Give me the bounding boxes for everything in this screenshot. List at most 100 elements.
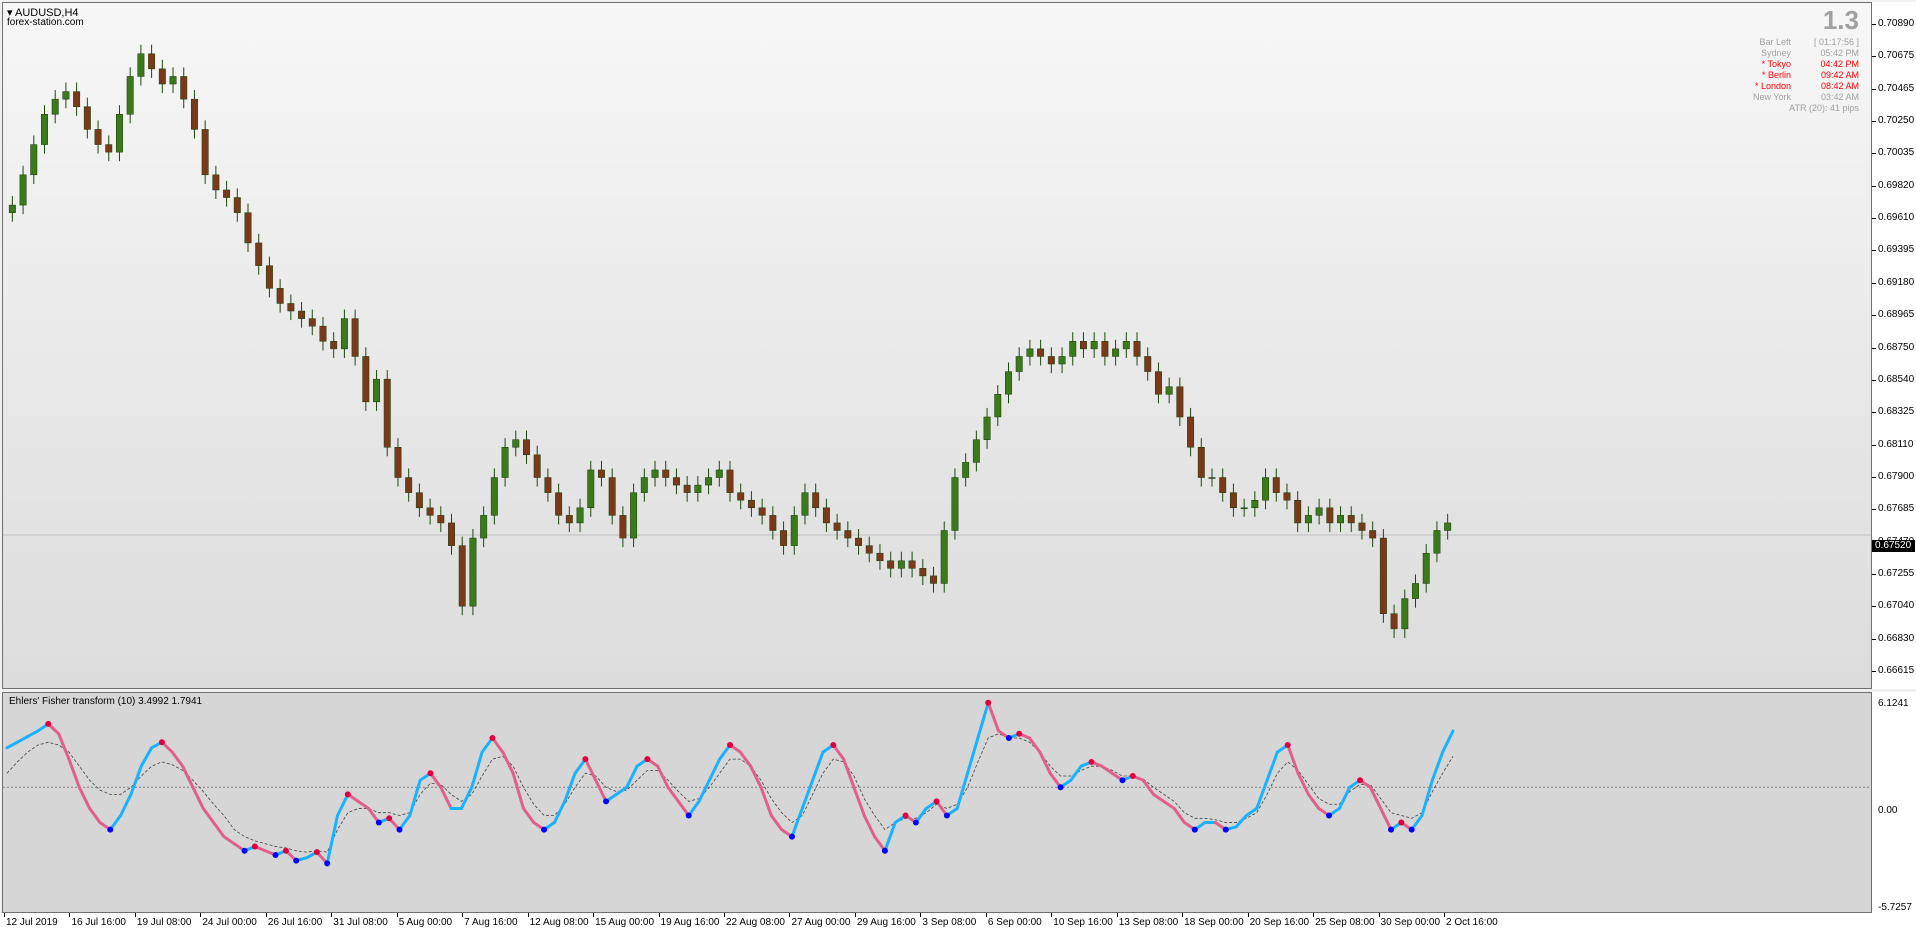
candle-body — [1390, 613, 1398, 630]
indicator-pane[interactable]: Ehlers' Fisher transform (10) 3.4992 1.7… — [2, 692, 1872, 913]
candle-body — [1080, 341, 1087, 350]
time-tick — [69, 913, 71, 917]
fisher-segment — [212, 821, 226, 839]
candle-body — [576, 507, 584, 524]
time-tick — [1051, 913, 1053, 917]
time-tick — [789, 913, 791, 917]
candle-body — [1283, 492, 1291, 501]
candle-body — [1251, 499, 1259, 509]
candle-body — [801, 492, 809, 516]
time-tick-label: 18 Sep 00:00 — [1184, 917, 1244, 928]
buy-dot — [107, 826, 114, 833]
session-row: * London 08:42 AM — [1721, 81, 1861, 92]
sell-dot — [902, 812, 909, 819]
sell-dot — [427, 770, 434, 777]
time-tick — [724, 913, 725, 917]
fisher-segment — [862, 813, 877, 839]
sell-dot — [1284, 742, 1291, 749]
fisher-segment — [119, 792, 133, 817]
candle-body — [415, 492, 423, 509]
time-tick-label: 10 Sep 16:00 — [1053, 917, 1113, 928]
candle-body — [640, 477, 648, 493]
candle-body — [876, 552, 884, 562]
candle-body — [405, 477, 413, 493]
time-tick-label: 30 Sep 00:00 — [1380, 917, 1441, 928]
fisher-segment — [1028, 736, 1042, 754]
buy-dot — [1191, 826, 1198, 833]
price-tick-label: 0.67685 — [1878, 503, 1915, 515]
indicator-title: Ehlers' Fisher transform (10) 3.4992 1.7… — [9, 696, 203, 707]
sell-dot — [251, 843, 258, 850]
session-name: * Berlin — [1761, 70, 1791, 80]
candle-body — [544, 477, 552, 493]
fisher-segment — [77, 785, 92, 810]
time-tick-label: 6 Sep 00:00 — [987, 917, 1042, 928]
candle-body — [1315, 507, 1323, 516]
sell-dot — [727, 742, 733, 749]
time-tick — [331, 913, 333, 917]
candle-body — [1133, 341, 1141, 357]
time-tick-label: 19 Aug 16:00 — [660, 917, 720, 928]
candle-body — [930, 575, 937, 584]
price-tick — [1872, 185, 1876, 187]
candle-body — [201, 129, 209, 176]
candle-body — [951, 477, 959, 531]
candle-body — [1422, 552, 1430, 584]
session-name: Bar Left — [1759, 37, 1791, 47]
candle-body — [501, 447, 509, 478]
candle-body — [1401, 598, 1409, 630]
buy-dot — [912, 819, 919, 826]
price-axis: 0.70890 0.70675 0.70465 0.70250 0.70035 0.698… — [1872, 2, 1916, 689]
sell-dot — [1088, 758, 1095, 765]
candle-body — [972, 439, 980, 463]
candle-body — [340, 318, 348, 350]
candle-body — [1037, 348, 1045, 357]
price-chart-pane[interactable]: ▾ AUDUSD,H4 forex-station.com 1.3 Bar Le… — [2, 2, 1872, 689]
candle-body — [769, 515, 777, 531]
fisher-segment — [1430, 750, 1445, 782]
candle-body — [480, 515, 488, 539]
fisher-segment — [738, 750, 753, 768]
price-tick-label: 0.66830 — [1878, 632, 1915, 644]
candle-body — [158, 68, 166, 85]
candle-body — [1229, 492, 1237, 509]
buy-dot — [943, 812, 950, 819]
buy-dot — [324, 860, 331, 867]
fisher-segment — [583, 757, 598, 782]
time-tick-label: 16 Jul 16:00 — [71, 917, 126, 928]
time-tick-label: 2 Oct 16:00 — [1446, 917, 1498, 928]
fisher-segment — [1162, 799, 1176, 810]
candle-body — [1101, 341, 1109, 357]
candle-body — [255, 242, 263, 266]
price-tick — [1872, 24, 1876, 25]
time-tick — [200, 913, 202, 917]
buy-dot — [541, 826, 548, 833]
fisher-segment — [67, 757, 81, 789]
price-tick — [1872, 638, 1876, 640]
candle-body — [394, 447, 402, 478]
session-row: New York 03:42 AM — [1721, 92, 1861, 103]
price-tick — [1872, 379, 1876, 381]
candle-body — [780, 530, 788, 546]
atr-label: ATR (20): 41 pips — [1789, 103, 1859, 113]
session-row: * Berlin 09:42 AM — [1721, 70, 1861, 81]
fisher-segment — [15, 735, 30, 744]
candle-body — [1240, 507, 1248, 510]
sell-dot — [1129, 773, 1136, 780]
candle-body — [426, 507, 434, 516]
sell-dot — [282, 847, 289, 854]
sell-dot — [344, 791, 351, 798]
candle-body — [715, 469, 723, 478]
candle-body — [812, 492, 820, 509]
candle-body — [180, 76, 188, 100]
time-tick — [1444, 913, 1445, 917]
session-time: 05:42 PM — [1820, 48, 1859, 58]
price-tick — [1872, 671, 1876, 672]
candle-body — [308, 318, 316, 327]
time-tick-label: 3 Sep 08:00 — [922, 917, 977, 928]
fisher-segment — [439, 785, 453, 810]
fisher-segment — [1069, 764, 1083, 782]
candle-body — [619, 515, 627, 539]
price-tick-label: 0.70675 — [1878, 50, 1915, 62]
fisher-segment — [759, 785, 773, 817]
